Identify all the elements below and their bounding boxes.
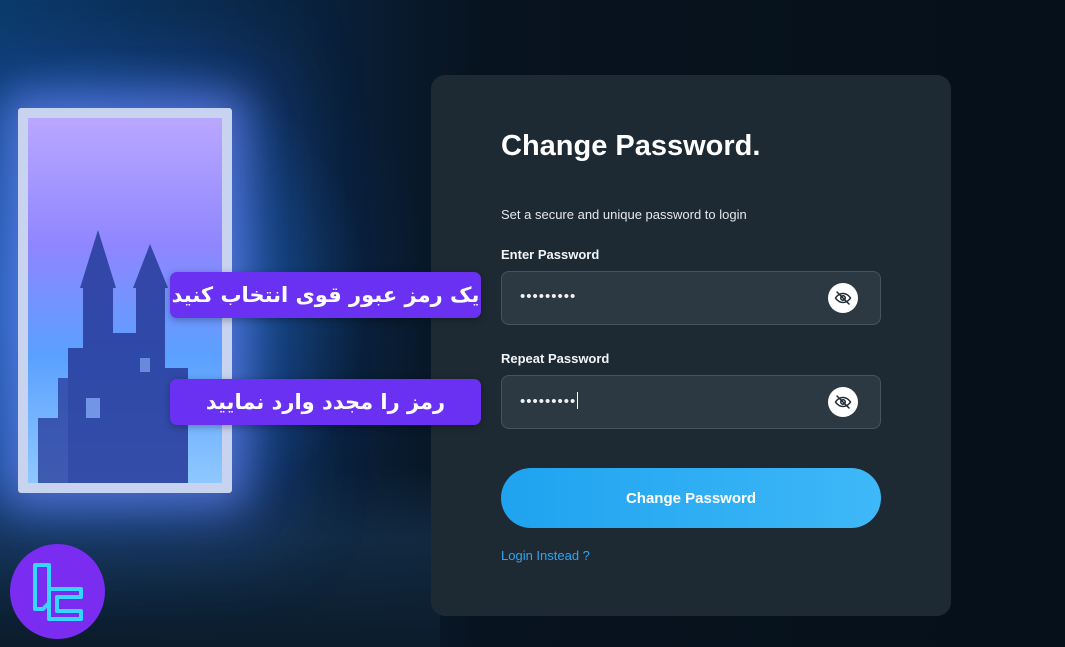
text-caret [577, 392, 579, 409]
repeat-password-label: Repeat Password [501, 351, 610, 366]
annotation-tag-strong-password: یک رمز عبور قوی انتخاب کنید [170, 272, 481, 318]
enter-password-field[interactable]: ••••••••• [501, 271, 881, 325]
enter-password-value: ••••••••• [520, 288, 577, 305]
eye-off-icon[interactable] [828, 283, 858, 313]
eye-off-icon[interactable] [828, 387, 858, 417]
repeat-password-dots: ••••••••• [520, 393, 577, 410]
change-password-button[interactable]: Change Password [501, 468, 881, 528]
subtitle: Set a secure and unique password to logi… [501, 207, 747, 222]
brand-logo [10, 544, 105, 639]
enter-password-label: Enter Password [501, 247, 600, 262]
page-title: Change Password. [501, 130, 761, 162]
repeat-password-value: ••••••••• [520, 392, 579, 410]
brand-logo-icon [32, 562, 83, 621]
repeat-password-field[interactable]: ••••••••• [501, 375, 881, 429]
annotation-tag-repeat-password: رمز را مجدد وارد نمایید [170, 379, 481, 425]
login-instead-link[interactable]: Login Instead ? [501, 548, 590, 563]
change-password-card: Change Password. Set a secure and unique… [431, 75, 951, 616]
